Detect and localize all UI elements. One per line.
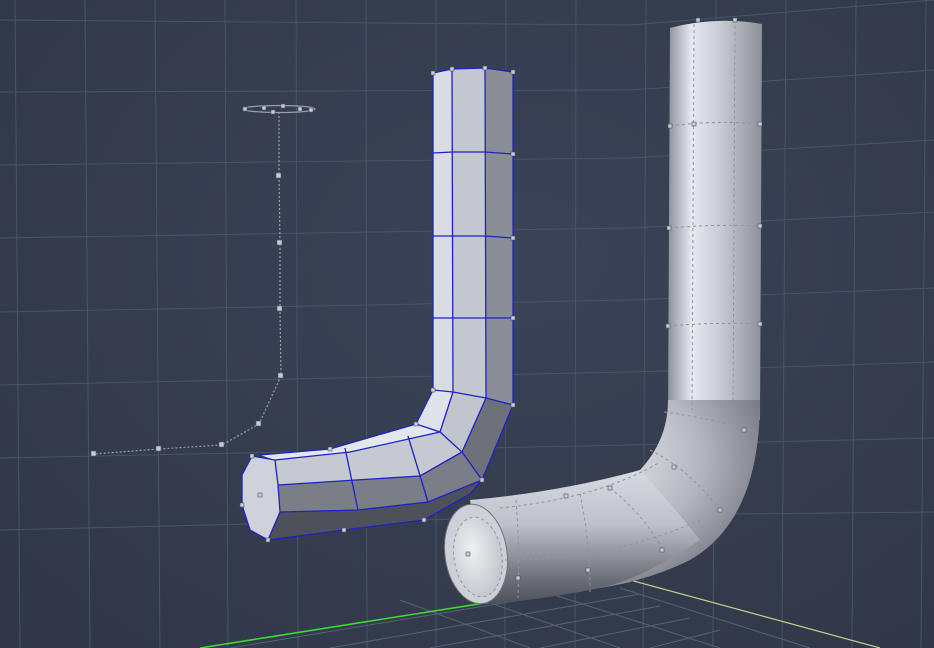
scene-canvas[interactable] bbox=[0, 0, 934, 648]
low-poly-pipe[interactable] bbox=[239, 65, 516, 543]
profile-ring[interactable] bbox=[242, 104, 316, 114]
pipe-face-left bbox=[433, 69, 453, 392]
profile-curve[interactable] bbox=[90, 103, 316, 457]
pipe-face-mid bbox=[452, 68, 486, 398]
3d-viewport[interactable] bbox=[0, 0, 934, 648]
smooth-pipe-vertical bbox=[668, 20, 762, 421]
z-axis-line bbox=[629, 579, 881, 648]
